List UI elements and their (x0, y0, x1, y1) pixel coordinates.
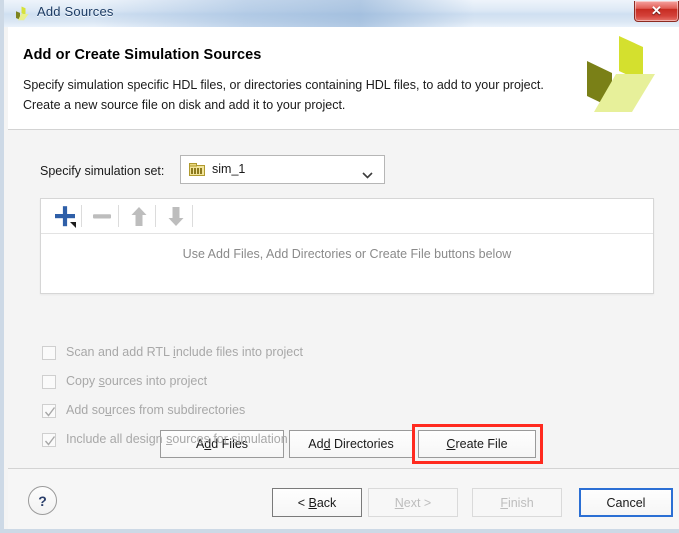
dialog-footer: ? < Back Next > Finish Cancel (8, 468, 679, 529)
remove-button[interactable] (88, 203, 116, 230)
chevron-down-icon (362, 166, 373, 179)
toolbar-separator (192, 205, 193, 227)
finish-button-label: Finish (500, 495, 534, 510)
xilinx-pinwheel-logo (581, 34, 659, 122)
toolbar-separator (155, 205, 156, 227)
question-mark-icon: ? (38, 492, 47, 509)
title-bar-sheen (94, 0, 474, 27)
title-bar: Add Sources ✕ (4, 0, 679, 27)
source-list-toolbar (41, 199, 653, 234)
checkbox-box (42, 404, 56, 418)
page-title: Add or Create Simulation Sources (23, 47, 262, 63)
checkbox-box (42, 433, 56, 447)
back-button[interactable]: < Back (272, 488, 362, 517)
option-label: Add sources from subdirectories (66, 403, 246, 417)
simulation-set-label: Specify simulation set: (40, 164, 165, 178)
next-button-label: Next > (394, 495, 432, 510)
create-file-label: Create File (446, 437, 508, 451)
help-button[interactable]: ? (28, 486, 57, 515)
create-file-button[interactable]: Create File (418, 430, 536, 458)
toolbar-separator (118, 205, 119, 227)
move-up-button[interactable] (125, 203, 153, 230)
simulation-set-dropdown[interactable]: sim_1 (180, 155, 385, 184)
source-file-list: Use Add Files, Add Directories or Create… (40, 198, 654, 294)
dialog-body: Specify simulation set: sim_1 Use Add Fi… (8, 130, 679, 468)
next-button[interactable]: Next > (368, 488, 458, 517)
checkbox-box (42, 346, 56, 360)
dialog-header: Add or Create Simulation Sources Specify… (8, 27, 679, 130)
checkbox-box (42, 375, 56, 389)
xilinx-logo-icon (13, 5, 31, 23)
add-sources-dialog: Add Sources ✕ Add or Create Simulation S… (0, 0, 679, 533)
checkmark-icon (44, 405, 56, 417)
toolbar-separator (81, 205, 82, 227)
add-directories-label: Add Directories (308, 437, 394, 451)
finish-button[interactable]: Finish (472, 488, 562, 517)
option-label: Scan and add RTL include files into proj… (66, 345, 303, 359)
add-directories-button[interactable]: Add Directories (289, 430, 413, 458)
cancel-button-label: Cancel (606, 495, 646, 510)
cancel-button[interactable]: Cancel (579, 488, 673, 517)
option-label: Include all design sources for simulatio… (66, 432, 288, 446)
close-button[interactable]: ✕ (634, 1, 679, 22)
close-icon: ✕ (651, 3, 662, 18)
window-title: Add Sources (37, 4, 114, 19)
simulation-set-icon (189, 163, 205, 177)
add-button[interactable] (51, 203, 79, 230)
simulation-set-value: sim_1 (212, 162, 246, 176)
checkmark-icon (44, 434, 56, 446)
empty-list-hint: Use Add Files, Add Directories or Create… (182, 247, 512, 261)
page-description-line-1: Specify simulation specific HDL files, o… (23, 78, 544, 92)
move-down-button[interactable] (162, 203, 190, 230)
page-description-line-2: Create a new source file on disk and add… (23, 98, 346, 112)
option-label: Copy sources into project (66, 374, 208, 388)
back-button-label: < Back (297, 495, 337, 510)
